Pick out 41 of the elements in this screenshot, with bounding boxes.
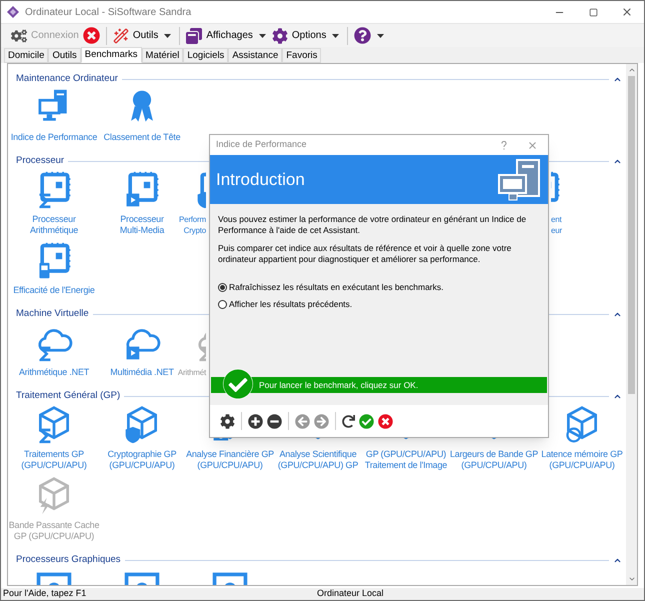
- benchmark-label[interactable]: Largeurs de Bande GP (GPU/CPU/APU): [450, 449, 538, 471]
- tab[interactable]: Domicile: [4, 48, 48, 63]
- benchmark-label[interactable]: Latence mémoire GP (GPU/CPU/APU): [541, 449, 623, 471]
- dialog-heading: Introduction: [216, 168, 305, 191]
- window-title: Ordinateur Local - SiSoftware Sandra: [25, 6, 192, 20]
- tab[interactable]: Matériel: [142, 48, 184, 63]
- toolbar-button[interactable]: Affichages: [184, 26, 255, 46]
- benchmark-label[interactable]: Processeur Arithmétique: [30, 214, 78, 236]
- tab[interactable]: Favoris: [282, 48, 322, 63]
- status-hint: Pour l'Aide, tapez F1: [3, 587, 88, 600]
- status-computer: Ordinateur Local: [317, 587, 384, 600]
- benchmark-label[interactable]: Classement de Tête: [104, 132, 180, 143]
- tab[interactable]: Outils: [48, 48, 81, 63]
- radio-option[interactable]: Afficher les résultats précédents.: [218, 299, 540, 310]
- section-heading: Machine Virtuelle: [16, 306, 89, 321]
- toolbar-button[interactable]: Outils: [110, 26, 160, 46]
- section-heading: Traitement Général (GP): [16, 388, 120, 403]
- benchmark-label[interactable]: Processeur Multi-Media: [120, 214, 164, 236]
- status-message: Pour lancer le benchmark, cliquez sur OK.: [259, 378, 418, 392]
- benchmark-label[interactable]: Traitements GP (GPU/CPU/APU): [21, 449, 87, 471]
- benchmark-label[interactable]: Perform Crypto: [178, 214, 206, 236]
- tab[interactable]: Benchmarks: [80, 47, 142, 63]
- section-heading: Processeurs Graphiques: [16, 552, 121, 567]
- benchmark-label[interactable]: Arithmétique .NET: [18, 367, 90, 378]
- tab[interactable]: Logiciels: [183, 48, 228, 63]
- benchmark-label[interactable]: Analyse Scientifique (GPU/CPU/APU) GP: [278, 449, 358, 471]
- radio-option[interactable]: Rafraîchissez les résultats en exécutant les benchmarks.: [218, 282, 540, 293]
- benchmark-label[interactable]: Indice de Performance: [10, 132, 98, 143]
- benchmark-label[interactable]: Analyse Financière GP (GPU/CPU/APU): [186, 449, 274, 471]
- section-heading: Processeur: [16, 154, 64, 168]
- intro-paragraph: Puis comparer cet indice aux résultats de référence et voir à quelle zone votre ordinateur appartient pour diagnostiquer et améliorer sa performance.: [218, 243, 512, 265]
- tab[interactable]: Assistance: [228, 48, 282, 63]
- benchmark-label[interactable]: Cryptographie GP (GPU/CPU/APU): [108, 449, 176, 471]
- dialog-title: Indice de Performance: [216, 138, 307, 152]
- section-heading: Maintenance Ordinateur: [16, 72, 118, 86]
- benchmark-label[interactable]: GP (GPU/CPU/APU) Traitement de l'Image: [364, 449, 448, 471]
- intro-paragraph: Vous pouvez estimer la performance de votre ordinateur en générant un Indice de Performance à l'aide de cet Assistant.: [218, 214, 528, 236]
- toolbar-button[interactable]: Options: [270, 26, 328, 46]
- benchmark-label[interactable]: Efficacité de l'Energie: [13, 285, 95, 296]
- benchmark-label[interactable]: ent eur: [551, 214, 562, 236]
- benchmark-label[interactable]: Multimédia .NET: [110, 367, 174, 378]
